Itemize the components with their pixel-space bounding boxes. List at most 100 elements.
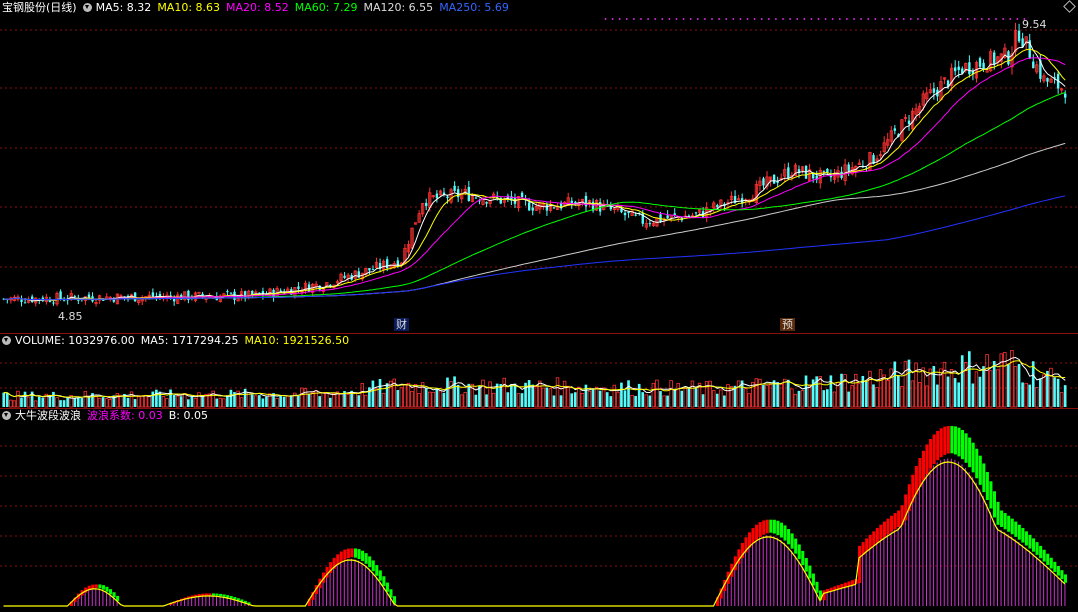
candle-body bbox=[787, 167, 790, 179]
volume-bar bbox=[26, 396, 31, 408]
candle-body bbox=[968, 62, 971, 75]
volume-bar bbox=[804, 375, 808, 407]
toggle-icon[interactable] bbox=[2, 411, 11, 420]
indicator-panel[interactable]: 大牛波段波浪 波浪系数: 0.03 B: 0.05 bbox=[0, 408, 1078, 612]
volume-bar bbox=[488, 381, 492, 408]
wave-block bbox=[808, 565, 812, 579]
candle-body bbox=[385, 259, 389, 269]
toggle-icon[interactable] bbox=[2, 336, 11, 345]
volume-bar bbox=[541, 387, 546, 408]
price-panel[interactable]: 宝钢股份(日线) MA5: 8.32 MA10: 8.63 MA20: 8.52 MA6… bbox=[0, 0, 1078, 333]
volume-bar bbox=[193, 398, 198, 408]
wave-block bbox=[1014, 521, 1018, 537]
indicator-name: 大牛波段波浪 bbox=[15, 409, 81, 422]
wave-block bbox=[98, 584, 102, 589]
volume-bar bbox=[641, 392, 645, 407]
volume-bar bbox=[158, 391, 162, 407]
volume-bar bbox=[285, 395, 290, 408]
volume-bar bbox=[712, 390, 716, 408]
candle-body bbox=[893, 128, 897, 131]
candle-body bbox=[23, 302, 27, 304]
volume-bar bbox=[1046, 370, 1049, 407]
volume-bar bbox=[297, 395, 300, 407]
volume-bar bbox=[516, 393, 521, 408]
wave-block bbox=[357, 549, 361, 560]
candle-body bbox=[62, 300, 66, 302]
volume-bar bbox=[329, 397, 332, 407]
volume-bar bbox=[229, 389, 233, 407]
vol-ma5-label: MA5: 1717294.25 bbox=[140, 334, 239, 347]
volume-bar bbox=[33, 400, 38, 408]
volume-bar bbox=[605, 392, 609, 407]
signal-dot bbox=[604, 18, 607, 20]
volume-bar bbox=[155, 389, 158, 407]
wave-block bbox=[797, 544, 801, 560]
volume-bar bbox=[591, 388, 595, 407]
ma60-label: MA60: 7.29 bbox=[294, 1, 358, 14]
wave-block bbox=[229, 596, 233, 599]
signal-dot bbox=[689, 18, 692, 20]
candle-body bbox=[297, 286, 300, 289]
signal-dot bbox=[838, 18, 841, 20]
wave-coef-label: 波浪系数: 0.03 bbox=[87, 409, 163, 422]
signal-dot bbox=[831, 18, 834, 20]
volume-bar bbox=[179, 396, 183, 407]
signal-dot bbox=[1009, 18, 1012, 20]
volume-bar bbox=[982, 366, 985, 407]
candlestick-chart[interactable] bbox=[0, 0, 1078, 333]
candle-body bbox=[847, 164, 850, 171]
volume-label: VOLUME: 1032976.00 bbox=[15, 334, 135, 347]
wave-block bbox=[872, 531, 876, 546]
volume-bar bbox=[431, 391, 436, 408]
wave-indicator-chart[interactable] bbox=[0, 408, 1078, 612]
event-cai-badge[interactable]: 财 bbox=[394, 318, 409, 331]
volume-bar bbox=[690, 380, 695, 408]
volume-bar bbox=[1007, 363, 1010, 407]
volume-bar bbox=[719, 389, 723, 408]
candle-body bbox=[822, 170, 826, 172]
ma10-line bbox=[3, 48, 1066, 302]
signal-dot bbox=[938, 18, 941, 20]
candle-body bbox=[453, 185, 456, 191]
signal-dot bbox=[696, 18, 699, 20]
volume-bar bbox=[673, 388, 676, 407]
wave-block bbox=[211, 593, 215, 596]
volume-bar bbox=[754, 378, 759, 408]
event-yu-badge[interactable]: 预 bbox=[780, 318, 795, 331]
toggle-icon[interactable] bbox=[82, 3, 92, 12]
volume-bar bbox=[598, 390, 602, 407]
wave-block bbox=[811, 573, 815, 586]
signal-dot bbox=[895, 18, 898, 20]
volume-bar bbox=[446, 377, 449, 407]
wave-block bbox=[382, 576, 386, 587]
volume-bar bbox=[985, 354, 989, 408]
volume-bar bbox=[900, 386, 904, 408]
wave-block bbox=[1039, 545, 1043, 559]
volume-panel[interactable]: VOLUME: 1032976.00 MA5: 1717294.25 MA10: 1… bbox=[0, 333, 1078, 408]
candle-body bbox=[371, 269, 375, 271]
wave-block bbox=[751, 528, 755, 544]
volume-bar bbox=[332, 392, 336, 408]
vol-ma10-label: MA10: 1921526.50 bbox=[244, 334, 350, 347]
candle-body bbox=[435, 193, 439, 198]
signal-dot bbox=[682, 18, 685, 20]
candle-body bbox=[932, 88, 936, 93]
signal-dot bbox=[860, 18, 862, 20]
signal-dot bbox=[846, 18, 848, 20]
volume-bar bbox=[1056, 378, 1060, 407]
volume-bar bbox=[868, 370, 872, 408]
volume-bar bbox=[829, 375, 833, 407]
wave-block bbox=[932, 434, 936, 465]
candle-body bbox=[762, 178, 765, 186]
volume-bar bbox=[776, 382, 779, 407]
candle-body bbox=[425, 202, 428, 207]
wave-block bbox=[1010, 518, 1014, 535]
volume-bar bbox=[648, 395, 652, 407]
volume-bar bbox=[136, 396, 141, 408]
ma20-line bbox=[3, 57, 1066, 301]
volume-bar bbox=[875, 387, 879, 408]
wave-block bbox=[772, 519, 776, 534]
candle-body bbox=[666, 215, 669, 219]
volume-bar bbox=[55, 397, 59, 408]
volume-bar bbox=[865, 381, 868, 407]
